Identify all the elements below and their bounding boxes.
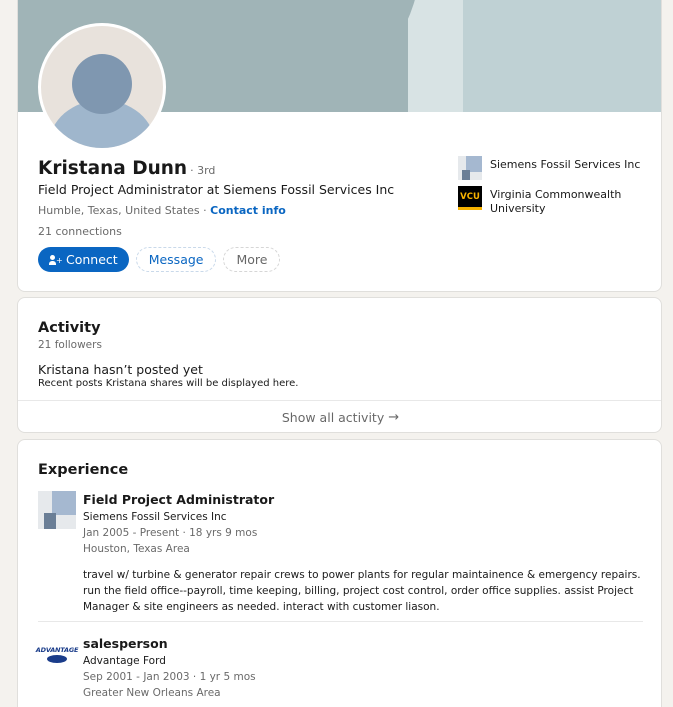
connect-label: Connect: [66, 252, 118, 267]
profile-location: Humble, Texas, United States ·: [38, 204, 207, 217]
show-all-label: Show all activity: [281, 409, 385, 425]
org-name: Siemens Fossil Services Inc: [490, 158, 641, 171]
connect-button[interactable]: + Connect: [38, 247, 129, 272]
profile-card: Kristana Dunn · 3rd Field Project Admini…: [17, 0, 662, 292]
connection-degree: · 3rd: [190, 164, 216, 177]
more-button[interactable]: More: [223, 247, 281, 272]
show-all-activity-button[interactable]: Show all activity →: [18, 400, 661, 432]
siemens-logo-icon: [458, 156, 482, 180]
profile-actions: + Connect Message More: [38, 247, 281, 272]
contact-info-link[interactable]: Contact info: [210, 204, 286, 217]
divider: [38, 621, 643, 622]
name-row: Kristana Dunn · 3rd: [38, 158, 215, 179]
top-orgs: Siemens Fossil Services Inc VCU Virginia…: [458, 156, 658, 222]
advantage-ford-logo-icon[interactable]: ADVANTAGE: [35, 635, 79, 673]
activity-card: Activity 21 followers Kristana hasn’t po…: [17, 297, 662, 433]
vcu-logo-icon: VCU: [458, 186, 482, 210]
profile-name: Kristana Dunn: [38, 158, 188, 179]
experience-description: travel w/ turbine & generator repair cre…: [83, 569, 641, 613]
experience-card: Experience Field Project Administrator S…: [17, 439, 662, 707]
arrow-right-icon: →: [388, 409, 400, 425]
no-posts-title: Kristana hasn’t posted yet: [38, 362, 203, 377]
org-name: Virginia Commonwealth University: [490, 188, 622, 215]
experience-company: Advantage Ford: [83, 655, 166, 667]
no-posts-subtitle: Recent posts Kristana shares will be dis…: [38, 378, 299, 389]
experience-location: Greater New Orleans Area: [83, 687, 221, 699]
experience-job-title: Field Project Administrator: [83, 492, 275, 507]
add-person-icon: +: [49, 254, 63, 266]
ford-oval-icon: [47, 654, 67, 663]
experience-job-title: salesperson: [83, 636, 168, 651]
experience-dates: Jan 2005 - Present · 18 yrs 9 mos: [83, 527, 258, 539]
experience-dates: Sep 2001 - Jan 2003 · 1 yr 5 mos: [83, 671, 256, 683]
message-button[interactable]: Message: [135, 247, 217, 272]
location-row: Humble, Texas, United States · Contact i…: [38, 204, 286, 217]
connections-count[interactable]: 21 connections: [38, 225, 122, 238]
experience-title: Experience: [38, 462, 129, 478]
profile-avatar[interactable]: [38, 23, 166, 151]
siemens-logo-icon[interactable]: [38, 491, 76, 529]
profile-headline: Field Project Administrator at Siemens F…: [38, 182, 395, 197]
org-siemens[interactable]: Siemens Fossil Services Inc: [458, 156, 658, 180]
logo-text: ADVANTAGE: [35, 645, 79, 654]
activity-title: Activity: [38, 320, 101, 336]
followers-count: 21 followers: [38, 339, 102, 351]
org-vcu[interactable]: VCU Virginia Commonwealth University: [458, 186, 658, 216]
experience-location: Houston, Texas Area: [83, 543, 190, 555]
experience-company: Siemens Fossil Services Inc: [83, 511, 227, 523]
